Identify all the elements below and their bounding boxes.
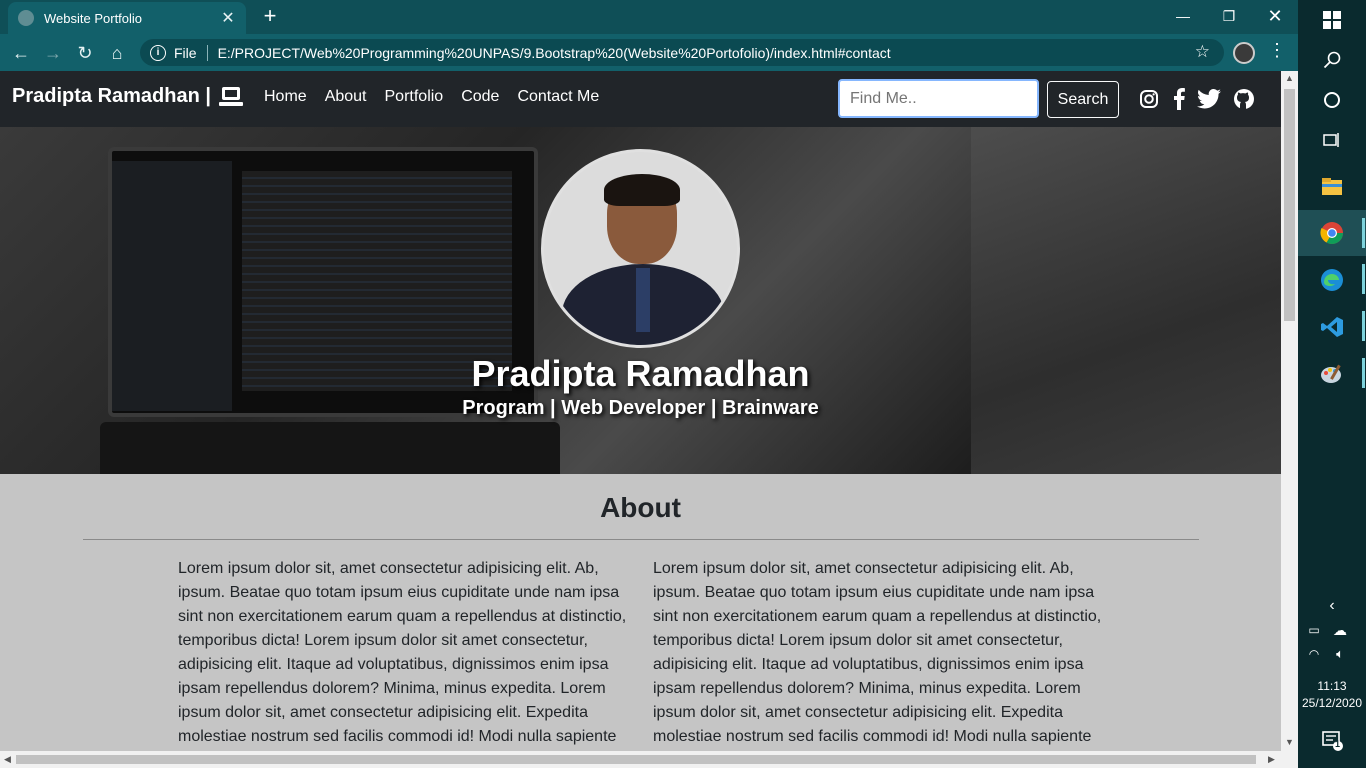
- hero-name: Pradipta Ramadhan: [471, 353, 810, 394]
- search-icon[interactable]: [1318, 46, 1346, 74]
- task-view-icon[interactable]: [1318, 126, 1346, 154]
- wifi-icon[interactable]: ◠: [1302, 640, 1326, 668]
- running-app-indicator: [1362, 358, 1365, 388]
- nav-link-about[interactable]: About: [325, 88, 367, 106]
- address-bar[interactable]: i File E:/PROJECT/Web%20Programming%20UN…: [140, 39, 1224, 66]
- about-divider: [83, 539, 1199, 540]
- profile-avatar[interactable]: [1233, 42, 1255, 64]
- windows-start-icon[interactable]: [1318, 6, 1346, 34]
- windows-taskbar: ‹ ▭ ☁ ◠ 🔈︎ 11:13 25/12/2020 1: [1298, 0, 1366, 768]
- facebook-icon[interactable]: [1167, 87, 1191, 111]
- reload-icon[interactable]: ↻: [72, 40, 98, 66]
- nav-link-contact[interactable]: Contact Me: [517, 88, 599, 106]
- url-text: E:/PROJECT/Web%20Programming%20UNPAS/9.B…: [217, 44, 891, 61]
- info-icon[interactable]: i: [150, 44, 166, 61]
- nav-menu: Home About Portfolio Code Contact Me: [264, 88, 599, 106]
- back-icon[interactable]: ←: [8, 40, 34, 66]
- laptop-icon: [218, 86, 243, 107]
- running-app-indicator: [1362, 264, 1365, 294]
- home-icon[interactable]: ⌂: [104, 40, 130, 66]
- browser-tab[interactable]: Website Portfolio ✕: [8, 2, 246, 34]
- nav-link-home[interactable]: Home: [264, 88, 307, 106]
- site-brand[interactable]: Pradipta Ramadhan |: [12, 85, 243, 108]
- profile-photo: [541, 149, 740, 348]
- active-app-indicator: [1362, 218, 1365, 248]
- divider: [206, 44, 208, 61]
- star-icon[interactable]: ☆: [1195, 42, 1210, 62]
- screen: Website Portfolio ✕ + — ❐ ✕ ← → ↻ ⌂ i Fi…: [0, 0, 1366, 768]
- browser-tab-strip: Website Portfolio ✕ + — ❐ ✕: [0, 0, 1298, 34]
- nav-link-code[interactable]: Code: [461, 88, 499, 106]
- nav-link-portfolio[interactable]: Portfolio: [385, 88, 444, 106]
- close-window-button[interactable]: ✕: [1252, 0, 1298, 32]
- search-input[interactable]: [838, 79, 1039, 118]
- vertical-scroll-thumb[interactable]: [1284, 89, 1295, 321]
- notification-count: 1: [1335, 739, 1341, 749]
- close-tab-icon[interactable]: ✕: [220, 8, 236, 28]
- clock-date: 25/12/2020: [1301, 696, 1363, 710]
- hero-subtitle: Program | Web Developer | Brainware: [462, 397, 819, 419]
- about-title: About: [600, 492, 681, 523]
- laptop-keyboard: [100, 422, 560, 474]
- web-page: Pradipta Ramadhan | Home About Portfolio…: [0, 71, 1281, 751]
- scheme-label: File: [174, 44, 197, 61]
- about-paragraph-left: Lorem ipsum dolor sit, amet consectetur …: [178, 560, 627, 745]
- edge-icon[interactable]: [1318, 266, 1346, 294]
- scroll-left-arrow-icon[interactable]: ◀: [4, 754, 11, 765]
- horizontal-scroll-thumb[interactable]: [16, 755, 1256, 764]
- minimize-button[interactable]: —: [1160, 0, 1206, 32]
- about-paragraph-right: Lorem ipsum dolor sit, amet consectetur …: [653, 560, 1102, 745]
- about-section: About Lorem ipsum dolor sit, amet consec…: [0, 474, 1281, 751]
- taskbar-clock[interactable]: 11:13 25/12/2020: [1298, 678, 1366, 712]
- running-app-indicator: [1362, 311, 1365, 341]
- vertical-scrollbar[interactable]: ▲ ▼: [1281, 71, 1298, 751]
- volume-icon[interactable]: 🔈︎: [1328, 640, 1352, 668]
- browser-toolbar: ← → ↻ ⌂ i File E:/PROJECT/Web%20Programm…: [0, 34, 1298, 71]
- vscode-icon[interactable]: [1318, 313, 1346, 341]
- menu-kebab-icon[interactable]: ⋮: [1268, 40, 1286, 61]
- brand-text: Pradipta Ramadhan |: [12, 85, 211, 107]
- clock-time: 11:13: [1317, 679, 1347, 693]
- instagram-icon[interactable]: [1137, 87, 1161, 111]
- forward-icon[interactable]: →: [40, 40, 66, 66]
- scroll-down-arrow-icon[interactable]: ▼: [1285, 737, 1294, 747]
- scroll-up-arrow-icon[interactable]: ▲: [1285, 73, 1294, 83]
- scroll-right-arrow-icon[interactable]: ▶: [1268, 754, 1275, 765]
- paint-icon[interactable]: [1318, 360, 1346, 388]
- tab-title: Website Portfolio: [44, 10, 143, 26]
- search-button[interactable]: Search: [1047, 81, 1119, 118]
- github-icon[interactable]: [1232, 87, 1256, 111]
- hero-background-image-right: [971, 127, 1281, 474]
- restore-button[interactable]: ❐: [1206, 0, 1252, 32]
- site-navbar: Pradipta Ramadhan | Home About Portfolio…: [0, 71, 1281, 127]
- twitter-icon[interactable]: [1197, 87, 1221, 111]
- chrome-icon[interactable]: [1318, 219, 1346, 247]
- new-tab-button[interactable]: +: [258, 4, 282, 28]
- cortana-icon[interactable]: [1318, 86, 1346, 114]
- file-explorer-icon[interactable]: [1318, 172, 1346, 200]
- horizontal-scrollbar[interactable]: ◀ ▶: [0, 751, 1298, 768]
- notifications-icon[interactable]: 1: [1318, 726, 1346, 754]
- hero-section: Pradipta Ramadhan Program | Web Develope…: [0, 127, 1281, 474]
- globe-icon: [18, 10, 34, 26]
